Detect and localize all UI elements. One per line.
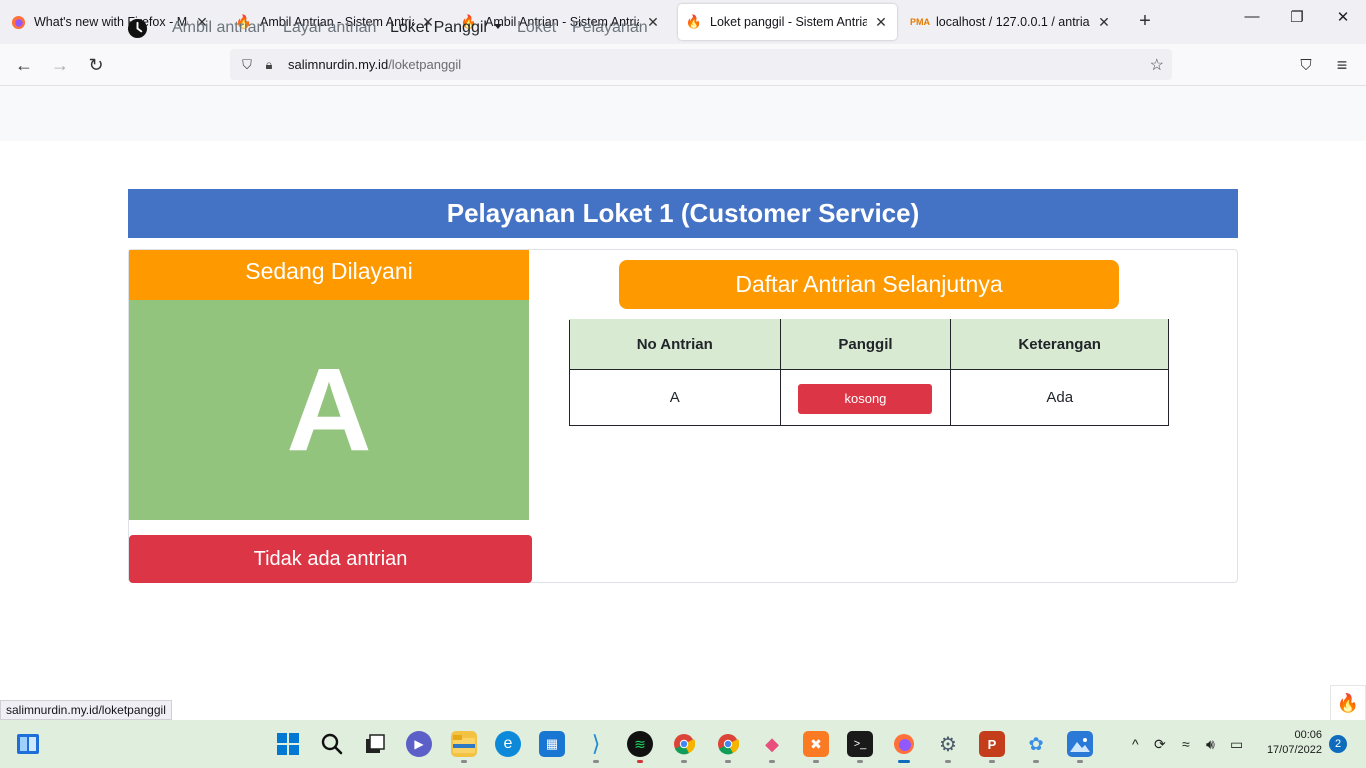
terminal-icon[interactable]: >_ xyxy=(847,731,873,757)
caret-down-icon xyxy=(493,24,502,29)
tab-title: localhost / 127.0.0.1 / antrianlok xyxy=(936,15,1090,29)
nav-layar-antrian[interactable]: Layar antrian xyxy=(283,19,376,37)
nav-loket-panggil-dropdown[interactable]: Loket Panggil xyxy=(390,19,502,37)
phpmyadmin-icon: PMA xyxy=(910,17,930,27)
firefox-icon xyxy=(10,14,26,30)
table-header-row: No Antrian Panggil Keterangan xyxy=(569,319,1169,370)
notification-badge[interactable]: 2 xyxy=(1329,735,1347,753)
running-indicator xyxy=(813,760,819,763)
tab-loket-panggil[interactable]: 🔥 Loket panggil - Sistem Antrian ✕ xyxy=(678,4,897,40)
restore-button[interactable]: ❐ xyxy=(1283,8,1311,26)
file-explorer-icon[interactable] xyxy=(451,731,477,757)
minimize-button[interactable]: — xyxy=(1238,8,1266,25)
url-host: salimnurdin.my.id xyxy=(288,57,389,72)
tab-title: What's new with Firefox - More xyxy=(34,15,188,29)
running-indicator xyxy=(857,760,863,763)
flame-icon: 🔥 xyxy=(685,14,703,29)
note-cell: Ada xyxy=(950,369,1169,426)
tab-localhost[interactable]: PMA localhost / 127.0.0.1 / antrianlok ✕ xyxy=(904,4,1120,40)
nav-ambil-antrian[interactable]: Ambil antrian xyxy=(172,19,265,37)
running-indicator xyxy=(769,760,775,763)
running-indicator xyxy=(1033,760,1039,763)
photos-icon[interactable] xyxy=(1067,731,1093,757)
url-text[interactable]: salimnurdin.my.id/loketpanggil xyxy=(288,57,461,72)
search-icon[interactable] xyxy=(319,731,345,757)
status-link-preview: salimnurdin.my.id/loketpanggil xyxy=(0,700,172,720)
new-tab-button[interactable]: + xyxy=(1134,10,1156,33)
running-indicator xyxy=(461,760,467,763)
task-view-icon[interactable] xyxy=(362,731,388,757)
battery-icon[interactable]: ▭ xyxy=(1230,736,1243,753)
gitkraken-icon[interactable]: ◆ xyxy=(759,731,785,757)
wifi-icon[interactable]: ≈ xyxy=(1182,736,1190,752)
back-button[interactable]: ← xyxy=(12,53,36,77)
serving-label: Sedang Dilayani xyxy=(129,250,529,300)
volume-icon[interactable]: 🔊︎ xyxy=(1206,736,1215,753)
teams-chat-icon[interactable]: ▶ xyxy=(406,731,432,757)
running-indicator xyxy=(593,760,599,763)
forward-button[interactable]: → xyxy=(48,53,72,77)
running-indicator xyxy=(945,760,951,763)
no-queue-button[interactable]: Tidak ada antrian xyxy=(129,535,532,583)
clock-date: 17/07/2022 xyxy=(1266,744,1322,756)
column-header-keterangan: Keterangan xyxy=(950,319,1169,370)
spotify-icon[interactable]: ≋ xyxy=(627,731,653,757)
powerpoint-icon[interactable]: P xyxy=(979,731,1005,757)
running-indicator xyxy=(989,760,995,763)
queue-number-cell: A xyxy=(569,369,781,426)
running-indicator xyxy=(637,760,643,763)
tab-title: Loket panggil - Sistem Antrian xyxy=(710,15,867,29)
shield-icon[interactable]: ⛉ xyxy=(238,56,256,74)
pocket-icon[interactable]: ⛉ xyxy=(1294,53,1318,77)
close-icon[interactable]: ✕ xyxy=(1096,14,1112,31)
nav-loket-panggil-label: Loket Panggil xyxy=(390,19,487,36)
close-icon[interactable]: ✕ xyxy=(873,14,889,31)
site-navbar xyxy=(0,86,1366,141)
page-title: Pelayanan Loket 1 (Customer Service) xyxy=(128,189,1238,238)
bookmark-star-icon[interactable]: ☆ xyxy=(1150,55,1164,75)
running-indicator xyxy=(1077,760,1083,763)
paint-icon[interactable]: ✿ xyxy=(1023,731,1049,757)
reload-button[interactable]: ↻ xyxy=(84,53,108,77)
queue-list-title: Daftar Antrian Selanjutnya xyxy=(619,260,1119,309)
chevron-up-icon[interactable]: ^ xyxy=(1132,736,1139,752)
vscode-icon[interactable]: ⟩ xyxy=(583,731,609,757)
column-header-no-antrian: No Antrian xyxy=(569,319,781,370)
firefox-icon[interactable] xyxy=(891,731,917,757)
sync-icon[interactable]: ⟳ xyxy=(1154,736,1166,753)
menu-icon[interactable]: ≡ xyxy=(1330,53,1354,77)
table-row: A kosong Ada xyxy=(569,369,1169,426)
queue-table: No Antrian Panggil Keterangan A kosong A… xyxy=(569,319,1169,426)
call-button[interactable]: kosong xyxy=(798,383,933,414)
call-cell: kosong xyxy=(779,369,952,426)
start-icon[interactable] xyxy=(275,731,301,757)
settings-gear-icon[interactable]: ⚙ xyxy=(935,731,961,757)
running-indicator xyxy=(898,760,910,763)
running-indicator xyxy=(725,760,731,763)
address-bar[interactable]: ⛉ 🔒︎ salimnurdin.my.id/loketpanggil ☆ xyxy=(230,49,1172,80)
running-indicator xyxy=(681,760,687,763)
edge-icon[interactable]: e xyxy=(495,731,521,757)
close-window-button[interactable]: ✕ xyxy=(1329,8,1357,26)
chrome-icon[interactable] xyxy=(671,731,697,757)
column-header-panggil: Panggil xyxy=(779,319,952,370)
xampp-icon[interactable]: ✖ xyxy=(803,731,829,757)
store-icon[interactable]: ▦ xyxy=(539,731,565,757)
clock-icon[interactable] xyxy=(127,18,148,39)
url-path: /loketpanggil xyxy=(388,57,462,72)
chrome-profile-icon[interactable] xyxy=(715,731,741,757)
nav-loket[interactable]: Loket xyxy=(517,19,556,37)
clock-time: 00:06 xyxy=(1294,729,1322,741)
lock-icon[interactable]: 🔒︎ xyxy=(260,56,278,74)
widgets-icon[interactable] xyxy=(15,731,41,757)
flame-icon[interactable]: 🔥 xyxy=(1330,685,1366,721)
nav-pelayanan[interactable]: Pelayanan xyxy=(572,19,648,37)
taskbar-clock[interactable]: 00:06 17/07/2022 xyxy=(1258,728,1322,758)
serving-number: A xyxy=(129,300,529,520)
